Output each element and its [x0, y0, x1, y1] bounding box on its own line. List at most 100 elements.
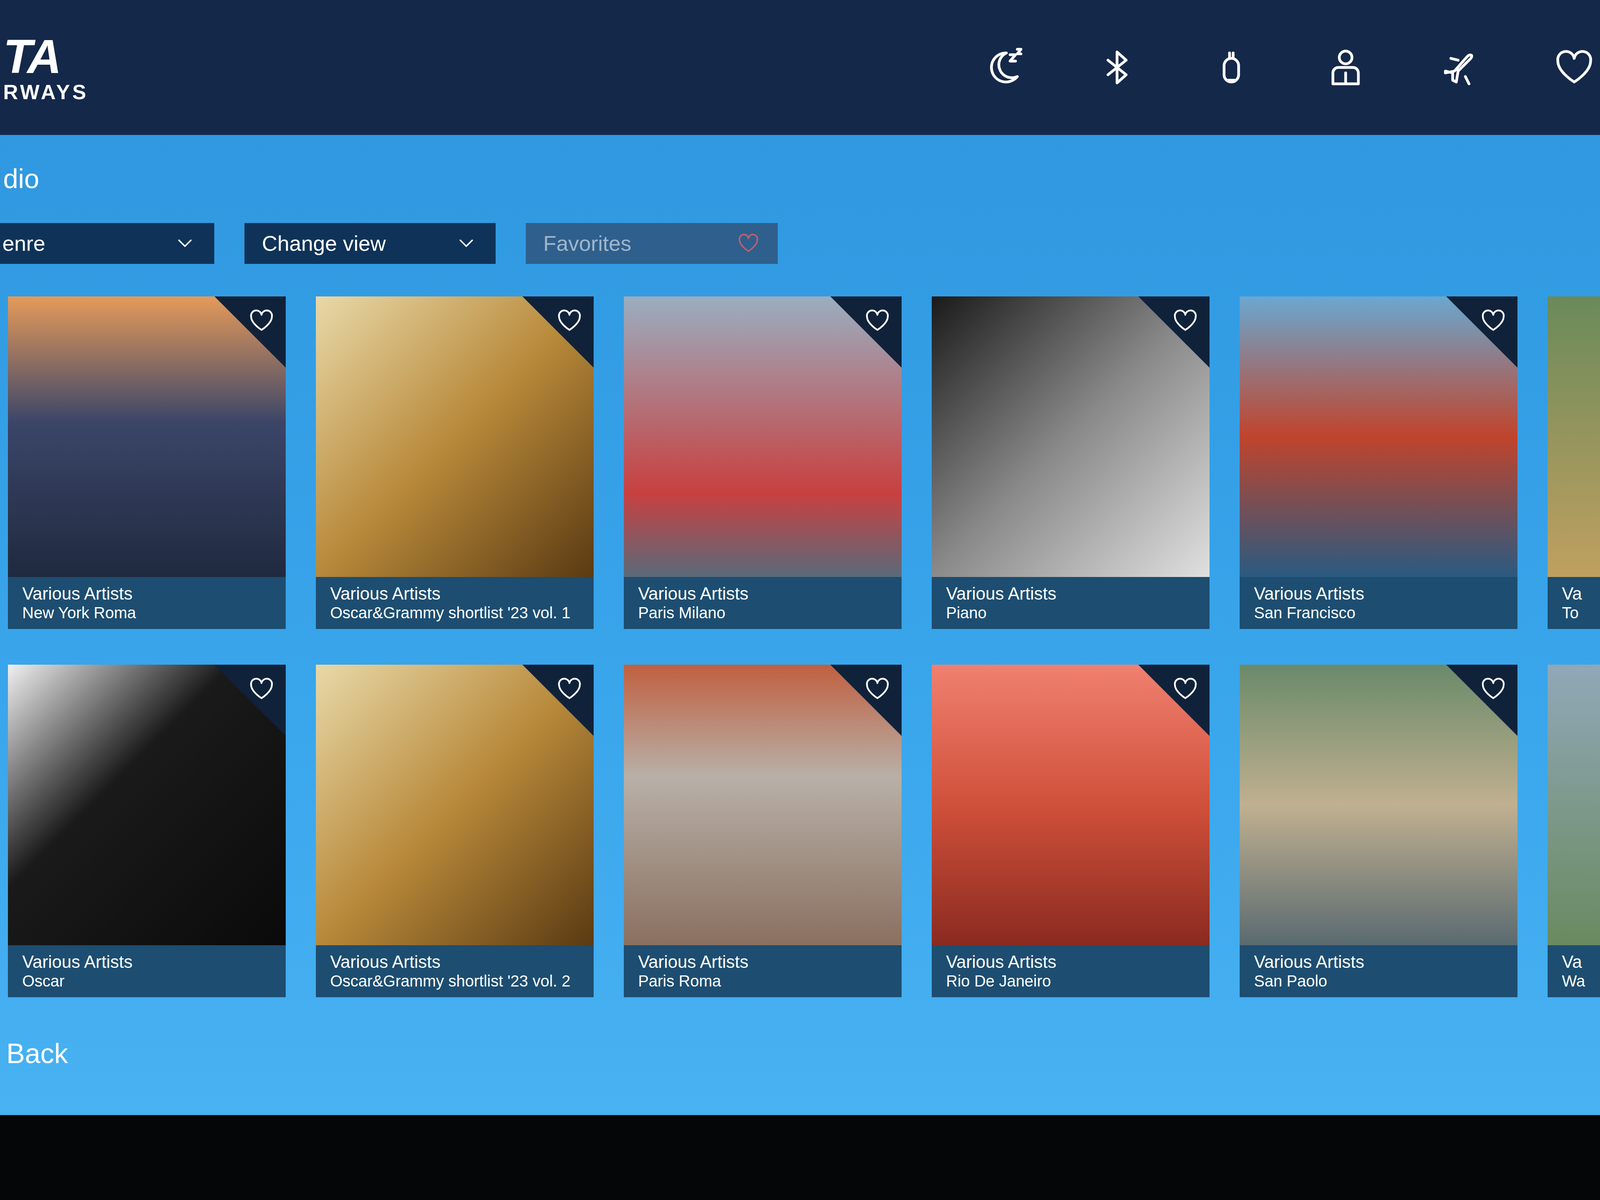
- cover-corner: [1138, 296, 1210, 368]
- chevron-down-icon[interactable]: [454, 231, 479, 256]
- album-title: Oscar&Grammy shortlist '23 vol. 1: [330, 603, 580, 622]
- favorites-filter[interactable]: Favorites: [525, 223, 778, 264]
- cover-corner: [830, 296, 902, 368]
- logo-text[interactable]: RWAYS: [3, 81, 89, 103]
- album-caption: Various ArtistsOscar: [7, 945, 286, 998]
- album-row: Various ArtistsNew York RomaVarious Arti…: [7, 296, 1600, 629]
- reading-light-icon[interactable]: [1209, 45, 1254, 90]
- heart-icon[interactable]: [1479, 306, 1508, 335]
- album-caption: Various ArtistsRio De Janeiro: [931, 945, 1210, 998]
- top-bar: TARWAYS: [0, 0, 1600, 135]
- album-artist: Various Artists: [946, 951, 1196, 973]
- cover-corner: [1138, 664, 1210, 737]
- album-title: Oscar: [22, 971, 272, 991]
- album-caption: Various ArtistsPiano: [931, 576, 1210, 629]
- album-card[interactable]: Various ArtistsSan Francisco: [1239, 296, 1518, 629]
- album-title: San Paolo: [1253, 971, 1504, 991]
- album-card[interactable]: Various ArtistsSan Paolo: [1239, 664, 1518, 998]
- album-artist: Various Artists: [946, 583, 1196, 604]
- back-button[interactable]: Back: [0, 1036, 69, 1071]
- album-card[interactable]: Various ArtistsRio De Janeiro: [931, 664, 1210, 998]
- album-card[interactable]: VaTo: [1547, 296, 1600, 629]
- sleep-icon[interactable]: [980, 45, 1025, 90]
- album-card[interactable]: Various ArtistsOscar&Grammy shortlist '2…: [315, 664, 594, 998]
- album-cover[interactable]: [623, 296, 902, 577]
- album-artist: Va: [1561, 951, 1600, 973]
- heart-icon[interactable]: [1171, 306, 1200, 335]
- heart-icon[interactable]: [1479, 675, 1508, 703]
- album-title: Rio De Janeiro: [946, 971, 1196, 991]
- filter-dropdown[interactable]: enre: [0, 223, 215, 264]
- audio-page: dio enre Change view Favorites Various Artis…: [0, 134, 1600, 1116]
- album-artist: Various Artists: [330, 951, 580, 973]
- album-card[interactable]: VaWa: [1547, 664, 1600, 998]
- album-cover[interactable]: [1547, 296, 1600, 577]
- album-caption: VaTo: [1547, 576, 1600, 629]
- album-card[interactable]: Various ArtistsOscar&Grammy shortlist '2…: [315, 296, 594, 629]
- heart-icon[interactable]: [247, 306, 276, 335]
- heart-icon[interactable]: [247, 675, 276, 703]
- filter-bar: enre Change view Favorites: [0, 223, 1600, 264]
- logo[interactable]: TARWAYS: [0, 32, 89, 103]
- filter-label: Favorites: [543, 230, 632, 257]
- album-caption: Various ArtistsParis Milano: [623, 576, 902, 629]
- flight-map-icon[interactable]: [1438, 45, 1482, 90]
- cover-corner: [1446, 296, 1518, 368]
- album-cover[interactable]: [1239, 664, 1518, 946]
- heart-icon[interactable]: [736, 231, 761, 256]
- album-caption: Various ArtistsOscar&Grammy shortlist '2…: [315, 576, 594, 629]
- album-caption: Various ArtistsSan Paolo: [1239, 945, 1518, 998]
- album-caption: Various ArtistsParis Roma: [623, 945, 902, 998]
- album-cover[interactable]: [931, 664, 1210, 946]
- album-cover[interactable]: [1547, 664, 1600, 946]
- heart-icon[interactable]: [863, 675, 892, 703]
- album-artist: Va: [1561, 583, 1600, 604]
- album-artist: Various Artists: [22, 951, 272, 973]
- album-cover[interactable]: [623, 664, 902, 946]
- album-title: Piano: [946, 603, 1196, 622]
- heart-icon[interactable]: [555, 675, 584, 703]
- album-caption: Various ArtistsNew York Roma: [7, 576, 286, 629]
- filter-label: enre: [2, 230, 46, 257]
- crew-call-icon[interactable]: [1323, 45, 1368, 90]
- logo-mark[interactable]: TA: [3, 32, 89, 81]
- album-cover[interactable]: [7, 296, 286, 577]
- bluetooth-icon[interactable]: [1095, 45, 1139, 90]
- page-title: dio: [0, 134, 1600, 196]
- album-title: Oscar&Grammy shortlist '23 vol. 2: [330, 971, 580, 991]
- album-card[interactable]: Various ArtistsParis Milano: [623, 296, 902, 629]
- album-artist: Various Artists: [330, 583, 580, 604]
- heart-icon[interactable]: [555, 306, 584, 335]
- album-cover[interactable]: [931, 296, 1210, 577]
- album-card[interactable]: Various ArtistsPiano: [931, 296, 1210, 629]
- album-title: To: [1561, 603, 1600, 622]
- album-caption: VaWa: [1547, 945, 1600, 998]
- toolbar: [980, 45, 1600, 90]
- cover-corner: [214, 664, 286, 737]
- album-artist: Various Artists: [1253, 583, 1504, 604]
- heart-icon[interactable]: [1171, 675, 1200, 703]
- album-title: Paris Roma: [638, 971, 888, 991]
- album-cover[interactable]: [1239, 296, 1518, 577]
- cover-corner: [830, 664, 902, 737]
- album-cover[interactable]: [315, 664, 594, 946]
- album-title: Paris Milano: [638, 603, 888, 622]
- chevron-down-icon[interactable]: [173, 231, 197, 256]
- heart-icon[interactable]: [863, 306, 892, 335]
- filter-dropdown[interactable]: Change view: [244, 223, 496, 264]
- album-cover[interactable]: [315, 296, 594, 577]
- album-artist: Various Artists: [22, 583, 272, 604]
- album-caption: Various ArtistsOscar&Grammy shortlist '2…: [315, 945, 594, 998]
- album-card[interactable]: Various ArtistsNew York Roma: [7, 296, 286, 629]
- album-title: New York Roma: [22, 603, 272, 622]
- album-title: San Francisco: [1253, 603, 1504, 622]
- album-title: Wa: [1561, 971, 1600, 991]
- album-card[interactable]: Various ArtistsOscar: [7, 664, 286, 998]
- album-cover[interactable]: [7, 664, 286, 946]
- filter-label: Change view: [261, 230, 386, 257]
- screen-bezel: [0, 1115, 1600, 1200]
- album-artist: Various Artists: [638, 951, 888, 973]
- album-card[interactable]: Various ArtistsParis Roma: [623, 664, 902, 998]
- cover-corner: [214, 296, 286, 368]
- favorites-icon[interactable]: [1552, 45, 1597, 90]
